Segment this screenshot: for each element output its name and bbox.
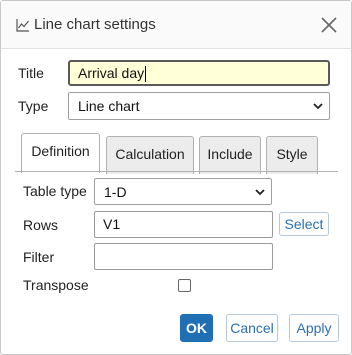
tab-divider xyxy=(15,171,338,172)
type-select-value: Line chart xyxy=(78,98,140,114)
text-caret xyxy=(145,66,147,83)
title-label: Title xyxy=(18,65,44,81)
ok-button[interactable]: OK xyxy=(180,314,213,342)
type-select[interactable]: Line chart xyxy=(68,92,330,120)
chevron-down-icon xyxy=(313,103,323,110)
dialog-title: Line chart settings xyxy=(34,16,156,33)
tab-style[interactable]: Style xyxy=(266,136,318,174)
table-type-label: Table type xyxy=(23,183,87,199)
line-chart-icon xyxy=(16,19,29,32)
table-type-value: 1-D xyxy=(104,183,127,200)
rows-label: Rows xyxy=(23,217,59,233)
type-label: Type xyxy=(18,98,49,114)
cancel-button[interactable]: Cancel xyxy=(226,314,278,342)
tab-calculation[interactable]: Calculation xyxy=(106,136,194,174)
apply-button[interactable]: Apply xyxy=(289,314,339,342)
tab-definition[interactable]: Definition xyxy=(21,133,100,173)
transpose-label: Transpose xyxy=(23,277,89,293)
filter-input[interactable] xyxy=(94,243,273,270)
title-input-value: Arrival day xyxy=(78,65,145,81)
tab-include[interactable]: Include xyxy=(199,136,261,174)
filter-label: Filter xyxy=(23,249,55,265)
dialog-titlebar: Line chart settings xyxy=(1,1,351,49)
table-type-select[interactable]: 1-D xyxy=(94,178,272,205)
rows-input-value: V1 xyxy=(103,216,121,232)
line-chart-settings-dialog: Line chart settings Title Arrival day Ty… xyxy=(0,0,352,355)
select-button[interactable]: Select xyxy=(279,212,329,236)
close-icon[interactable] xyxy=(319,15,339,35)
chevron-down-icon xyxy=(255,188,265,195)
title-input[interactable]: Arrival day xyxy=(68,60,330,86)
rows-input[interactable]: V1 xyxy=(94,211,273,238)
transpose-checkbox[interactable] xyxy=(178,279,191,292)
